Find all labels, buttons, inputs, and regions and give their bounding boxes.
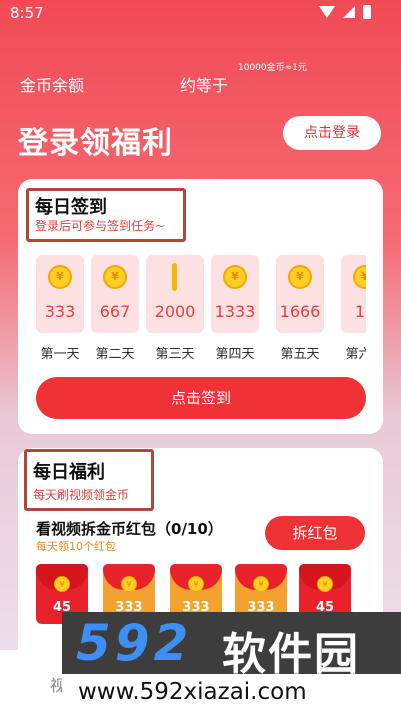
coin-icon: ¥ bbox=[121, 576, 137, 592]
day-amount: 1333 bbox=[214, 302, 256, 321]
day-box: ¥ 667 bbox=[91, 255, 139, 333]
approx-label: 约等于 bbox=[180, 76, 229, 95]
coin-icon: ¥ bbox=[48, 265, 72, 289]
watermark-numbers: 592 bbox=[76, 614, 193, 672]
day-box: ¥ 1333 bbox=[211, 255, 259, 333]
coin-icon: ¥ bbox=[103, 265, 127, 289]
daily-welfare-subtitle: 每天刷视频领金币 bbox=[33, 488, 130, 502]
coin-icon: ¥ bbox=[54, 576, 70, 592]
wifi-icon bbox=[319, 6, 335, 18]
day-box: 2000 bbox=[146, 255, 204, 333]
coin-icon: ¥ bbox=[223, 265, 247, 289]
day-amount: 10 bbox=[354, 302, 366, 321]
signin-day: ¥ 333 第一天 bbox=[36, 255, 84, 362]
daily-welfare-title: 每日福利 bbox=[33, 462, 105, 483]
signin-day: ¥ 10 第六天 bbox=[341, 255, 366, 362]
coin-icon: ¥ bbox=[353, 265, 366, 289]
page-title: 登录领福利 bbox=[18, 126, 173, 161]
coin-icon: ¥ bbox=[188, 576, 204, 592]
day-box: ¥ 1666 bbox=[276, 255, 324, 333]
day-label: 第二天 bbox=[95, 347, 135, 362]
daily-signin-subtitle: 登录后可参与签到任务~ bbox=[35, 219, 166, 233]
day-label: 第五天 bbox=[280, 347, 320, 362]
exchange-rate: 10000金币≈1元 bbox=[238, 63, 307, 73]
status-time: 8:57 bbox=[10, 4, 44, 22]
day-box: ¥ 333 bbox=[36, 255, 84, 333]
balance-label: 金币余额 bbox=[20, 76, 85, 95]
daily-signin-header: 每日签到 登录后可参与签到任务~ bbox=[26, 188, 186, 242]
day-label: 第一天 bbox=[40, 347, 80, 362]
daily-welfare-header: 每日福利 每天刷视频领金币 bbox=[24, 449, 154, 511]
signin-day-list[interactable]: ¥ 333 第一天 ¥ 667 第二天 2000 第三天 ¥ 1333 第四天 bbox=[36, 255, 366, 365]
coin-icon: ¥ bbox=[317, 576, 333, 592]
watermark-banner: 592 软件园 bbox=[62, 612, 401, 680]
open-red-packet-button[interactable]: 拆红包 bbox=[265, 516, 365, 550]
coin-spinning-icon bbox=[172, 263, 177, 291]
watermark-url-bar: www.592xiazai.com bbox=[62, 674, 401, 713]
daily-signin-card: 每日签到 登录后可参与签到任务~ ¥ 333 第一天 ¥ 667 第二天 200… bbox=[18, 179, 383, 434]
day-amount: 333 bbox=[44, 302, 76, 321]
signin-day: ¥ 1666 第五天 bbox=[276, 255, 324, 362]
day-label: 第三天 bbox=[155, 347, 195, 362]
signin-day: ¥ 667 第二天 bbox=[91, 255, 139, 362]
day-amount: 1666 bbox=[279, 302, 321, 321]
signin-day: 2000 第三天 bbox=[146, 255, 204, 362]
coin-icon: ¥ bbox=[288, 265, 312, 289]
day-amount: 2000 bbox=[154, 302, 196, 321]
status-icons bbox=[319, 5, 371, 19]
login-button[interactable]: 点击登录 bbox=[283, 116, 381, 150]
status-bar: 8:57 bbox=[0, 0, 401, 26]
watermark-url: www.592xiazai.com bbox=[78, 679, 307, 705]
signin-button[interactable]: 点击签到 bbox=[36, 377, 366, 419]
signal-icon bbox=[343, 6, 355, 18]
battery-icon bbox=[363, 5, 371, 19]
day-box: ¥ 10 bbox=[341, 255, 366, 333]
video-task-subtitle: 每天领10个红包 bbox=[36, 540, 116, 553]
watermark-logo: 592 软件园 www.592xiazai.com bbox=[62, 612, 401, 713]
daily-signin-title: 每日签到 bbox=[35, 197, 107, 218]
day-label: 第四天 bbox=[215, 347, 255, 362]
coin-icon: ¥ bbox=[253, 576, 269, 592]
watermark-brand: 软件园 bbox=[222, 629, 360, 680]
day-label: 第六天 bbox=[345, 347, 366, 362]
signin-day: ¥ 1333 第四天 bbox=[211, 255, 259, 362]
day-amount: 667 bbox=[99, 302, 131, 321]
video-task-title: 看视频拆金币红包（0/10） bbox=[36, 520, 223, 538]
